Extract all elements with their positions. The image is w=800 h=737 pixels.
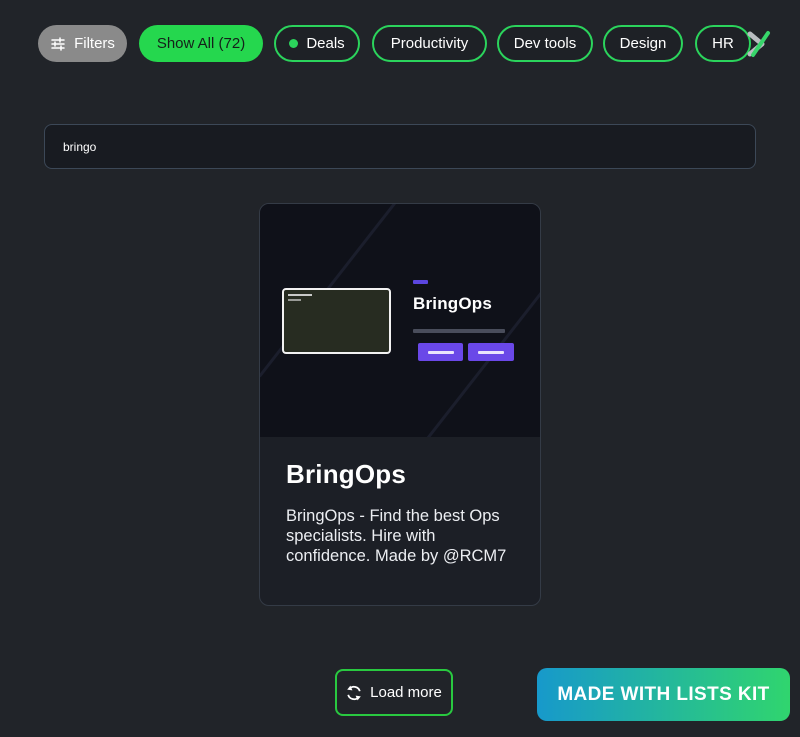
directory-page: Filters Show All (72) Deals Productivity… xyxy=(0,0,800,737)
thumb-cta-button xyxy=(418,343,463,361)
thumb-cta-label xyxy=(478,350,504,354)
filter-category-hr[interactable]: HR xyxy=(695,25,751,62)
category-label: Design xyxy=(619,35,667,52)
category-label: Productivity xyxy=(390,35,469,52)
filters-button[interactable]: Filters xyxy=(38,25,127,62)
category-label: Dev tools xyxy=(513,35,577,52)
badge-label: MADE WITH LISTS KIT xyxy=(557,683,770,705)
filter-category-dev-tools[interactable]: Dev tools xyxy=(497,25,593,62)
filter-show-all[interactable]: Show All (72) xyxy=(139,25,263,62)
load-more-label: Load more xyxy=(370,684,442,701)
category-label: HR xyxy=(712,35,734,52)
filters-label: Filters xyxy=(74,35,115,52)
thumb-tagline-text xyxy=(413,329,505,333)
show-all-label: Show All (72) xyxy=(156,35,246,52)
thumb-cta-button xyxy=(468,343,514,361)
thumb-terminal-screenshot xyxy=(282,288,391,354)
refresh-icon xyxy=(346,685,362,701)
sliders-icon xyxy=(50,36,66,51)
x-chevron-icon[interactable] xyxy=(746,30,772,58)
made-with-lists-kit-badge[interactable]: MADE WITH LISTS KIT xyxy=(537,668,790,721)
thumb-terminal-text xyxy=(288,294,312,296)
card-description: BringOps - Find the best Ops specialists… xyxy=(286,507,507,566)
filter-category-deals[interactable]: Deals xyxy=(274,25,360,62)
thumb-accent-dash xyxy=(413,280,428,284)
card-title: BringOps xyxy=(286,459,407,489)
card-thumbnail: BringOps xyxy=(260,204,540,437)
filter-category-productivity[interactable]: Productivity xyxy=(372,25,487,62)
result-card-bringops[interactable]: BringOps BringOps BringOps - Find the be… xyxy=(259,203,541,606)
thumb-cta-label xyxy=(427,350,454,354)
filter-category-design[interactable]: Design xyxy=(603,25,683,62)
category-label: Deals xyxy=(306,35,345,52)
thumb-heading: BringOps xyxy=(413,294,493,313)
search-input[interactable] xyxy=(44,124,756,169)
load-more-button[interactable]: Load more xyxy=(335,669,453,716)
thumb-terminal-text xyxy=(288,299,301,301)
card-body: BringOps BringOps - Find the best Ops sp… xyxy=(260,437,540,566)
deals-dot-icon xyxy=(289,39,299,48)
